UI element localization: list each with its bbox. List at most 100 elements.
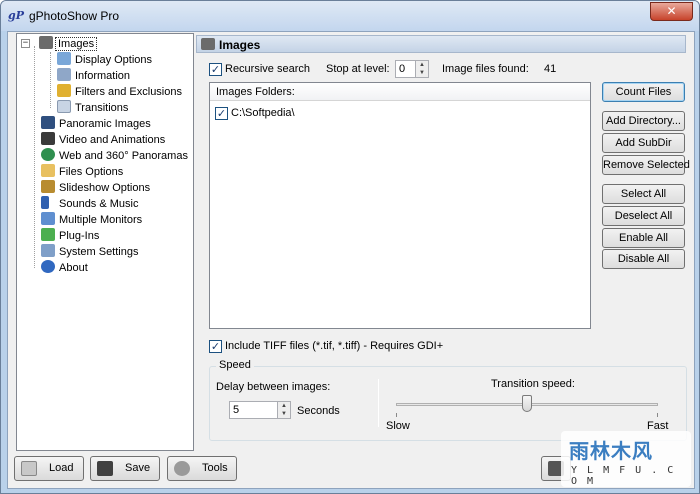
- tree-item-images[interactable]: Images: [39, 36, 98, 52]
- stop-at-level-value: 0: [399, 63, 406, 75]
- transition-speed-slider[interactable]: [522, 395, 532, 412]
- tree-item-plugins[interactable]: Plug-Ins: [41, 228, 99, 244]
- tree-item-filters[interactable]: Filters and Exclusions: [57, 84, 182, 100]
- watermark-sub-text: Y L M F U . C O M: [571, 465, 676, 487]
- info-icon: [41, 260, 55, 273]
- camera-icon: [201, 38, 215, 50]
- tree-item-information[interactable]: Information: [57, 68, 130, 84]
- tree-item-label: Video and Animations: [59, 134, 166, 146]
- tree-item-video[interactable]: Video and Animations: [41, 132, 165, 148]
- enable-all-button[interactable]: Enable All: [602, 228, 685, 248]
- film-icon: [41, 132, 55, 145]
- spin-up-icon[interactable]: ▲: [278, 402, 290, 410]
- disable-all-button[interactable]: Disable All: [602, 249, 685, 269]
- main-window: gP gPhotoShow Pro ✕ − Images Display Opt…: [0, 0, 700, 494]
- delay-label: Delay between images:: [216, 381, 331, 393]
- add-subdir-button[interactable]: Add SubDir: [602, 133, 685, 153]
- images-panel: Images ✓ Recursive search Stop at level:…: [194, 33, 690, 451]
- tree-item-label: System Settings: [59, 246, 139, 258]
- spinner-buttons[interactable]: ▲ ▼: [415, 61, 428, 77]
- tree-item-label: Information: [75, 70, 131, 82]
- images-folders-list[interactable]: Images Folders: ✓ C:\Softpedia\: [209, 82, 591, 329]
- tree-item-label: Multiple Monitors: [59, 214, 143, 226]
- delay-unit: Seconds: [297, 405, 340, 417]
- tree-item-label: About: [59, 262, 88, 274]
- tree-item-transitions[interactable]: Transitions: [57, 100, 128, 116]
- open-folder-icon: [21, 461, 37, 476]
- save-button[interactable]: Save: [90, 456, 160, 481]
- wrench-icon: [41, 180, 55, 193]
- spin-down-icon[interactable]: ▼: [278, 410, 290, 418]
- tree-item-label: Panoramic Images: [59, 118, 151, 130]
- watermark-main-text: 雨林木风: [569, 439, 653, 463]
- tree-item-system-settings[interactable]: System Settings: [41, 244, 138, 260]
- spin-up-icon[interactable]: ▲: [416, 61, 428, 69]
- tree-item-label: Files Options: [59, 166, 124, 178]
- folder-checkbox[interactable]: ✓: [215, 107, 228, 120]
- floppy-disk-icon: [97, 461, 113, 476]
- delay-spinner[interactable]: 5 ▲ ▼: [229, 401, 291, 419]
- recursive-search-checkbox[interactable]: ✓: [209, 63, 222, 76]
- watermark-logo: 雨林木风 Y L M F U . C O M: [561, 431, 691, 487]
- close-button[interactable]: ✕: [650, 2, 693, 21]
- tree-item-web-panoramas[interactable]: Web and 360° Panoramas: [41, 148, 188, 164]
- filter-icon: [57, 84, 71, 97]
- app-icon: gP: [8, 9, 24, 22]
- add-directory-button[interactable]: Add Directory...: [602, 111, 685, 131]
- window-title: gPhotoShow Pro: [29, 9, 120, 23]
- settings-window-icon: [41, 244, 55, 257]
- tree-item-label: Display Options: [75, 54, 153, 66]
- tree-item-files-options[interactable]: Files Options: [41, 164, 123, 180]
- tree-item-label: Slideshow Options: [59, 182, 151, 194]
- remove-selected-button[interactable]: Remove Selected: [602, 155, 690, 175]
- folder-icon: [41, 164, 55, 177]
- image-files-found-value: 41: [544, 63, 557, 75]
- stop-at-level-spinner[interactable]: 0 ▲ ▼: [395, 60, 429, 78]
- tree-item-label: Plug-Ins: [59, 230, 100, 242]
- client-area: − Images Display Options Information Fil…: [7, 31, 695, 489]
- puzzle-icon: [41, 228, 55, 241]
- music-note-icon: [41, 196, 49, 209]
- tree-item-slideshow-options[interactable]: Slideshow Options: [41, 180, 150, 196]
- tree-item-label: Web and 360° Panoramas: [59, 150, 188, 162]
- collapse-icon[interactable]: −: [21, 39, 30, 48]
- panel-header: Images: [196, 35, 686, 53]
- tools-button[interactable]: Tools: [167, 456, 237, 481]
- gear-icon: [174, 461, 190, 476]
- tree-item-panoramic-images[interactable]: Panoramic Images: [41, 116, 151, 132]
- tree-connector: [50, 52, 51, 108]
- load-button[interactable]: Load: [14, 456, 84, 481]
- recursive-search-label: Recursive search: [225, 63, 310, 75]
- slider-tick: [657, 413, 658, 417]
- list-header-label: Images Folders:: [216, 86, 295, 98]
- include-tiff-label: Include TIFF files (*.tif, *.tiff) - Req…: [225, 340, 444, 352]
- monitor-icon: [57, 52, 71, 65]
- tree-item-display-options[interactable]: Display Options: [57, 52, 152, 68]
- count-files-button[interactable]: Count Files: [602, 82, 685, 102]
- deselect-all-button[interactable]: Deselect All: [602, 206, 685, 226]
- title-bar: gP gPhotoShow Pro ✕: [1, 1, 699, 31]
- tree-item-label: Images: [55, 37, 98, 51]
- list-header[interactable]: Images Folders:: [210, 83, 590, 101]
- tree-item-label: Filters and Exclusions: [75, 86, 182, 98]
- spin-down-icon[interactable]: ▼: [416, 69, 428, 77]
- image-files-found-label: Image files found:: [442, 63, 529, 75]
- camera-icon: [39, 36, 53, 49]
- select-all-button[interactable]: Select All: [602, 184, 685, 204]
- settings-tree[interactable]: − Images Display Options Information Fil…: [16, 33, 194, 451]
- slow-label: Slow: [386, 420, 410, 432]
- panorama-icon: [41, 116, 55, 129]
- tree-item-multiple-monitors[interactable]: Multiple Monitors: [41, 212, 142, 228]
- include-tiff-checkbox[interactable]: ✓: [209, 340, 222, 353]
- monitors-icon: [41, 212, 55, 225]
- spinner-buttons[interactable]: ▲ ▼: [277, 402, 290, 418]
- speed-group-title: Speed: [216, 359, 254, 371]
- panel-title: Images: [219, 38, 261, 52]
- tree-item-label: Sounds & Music: [59, 198, 139, 210]
- tree-item-sounds[interactable]: Sounds & Music: [41, 196, 138, 212]
- tree-connector: [34, 46, 35, 268]
- document-icon: [57, 100, 71, 113]
- tree-item-about[interactable]: About: [41, 260, 88, 276]
- folder-path[interactable]: C:\Softpedia\: [231, 107, 295, 119]
- speed-group: Speed Delay between images: 5 ▲ ▼ Second…: [209, 359, 687, 441]
